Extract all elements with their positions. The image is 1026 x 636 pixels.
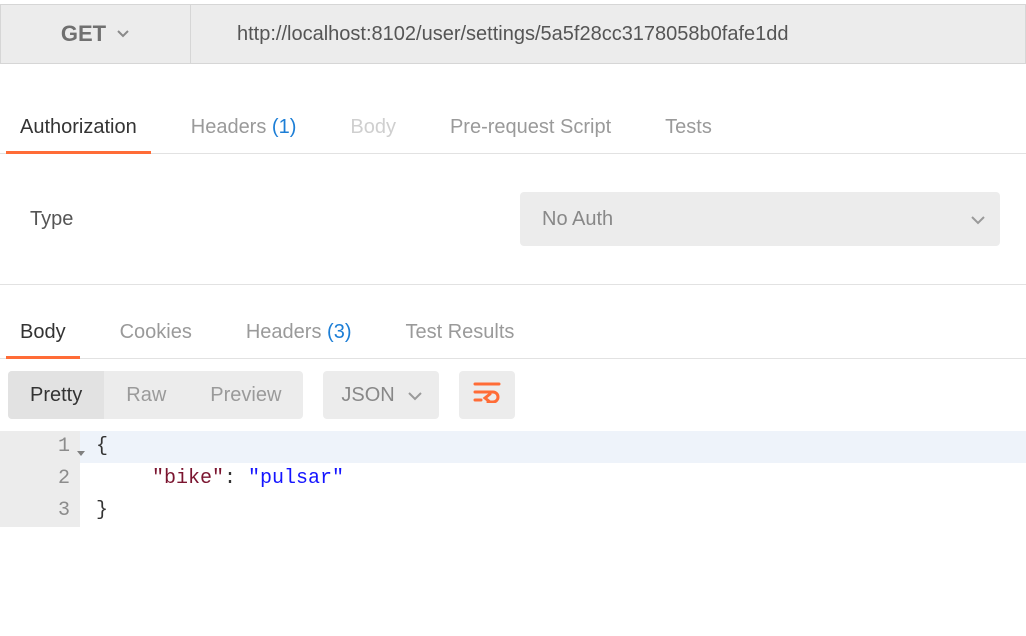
tab-headers-label: Headers bbox=[191, 116, 267, 138]
tab-body[interactable]: Body bbox=[338, 116, 408, 153]
request-url-input[interactable]: http://localhost:8102/user/settings/5a5f… bbox=[191, 5, 1025, 63]
tab-prerequest[interactable]: Pre-request Script bbox=[438, 116, 623, 153]
tab-tests[interactable]: Tests bbox=[653, 116, 724, 153]
format-select-value: JSON bbox=[341, 384, 394, 407]
response-body-viewer[interactable]: 1 { 2 "bike": "pulsar" 3 } bbox=[0, 431, 1026, 527]
http-method-value: GET bbox=[61, 21, 106, 47]
tab-tests-label: Tests bbox=[665, 116, 712, 138]
http-method-select[interactable]: GET bbox=[1, 5, 191, 63]
response-toolbar: Pretty Raw Preview JSON bbox=[0, 359, 1026, 431]
code-text: "bike": "pulsar" bbox=[80, 463, 344, 495]
view-mode-raw-label: Raw bbox=[126, 384, 166, 407]
chevron-down-icon bbox=[407, 388, 421, 402]
code-line: 2 "bike": "pulsar" bbox=[0, 463, 1026, 495]
authorization-panel: Type No Auth bbox=[0, 154, 1026, 285]
code-line: 1 { bbox=[0, 431, 1026, 463]
view-mode-segmented: Pretty Raw Preview bbox=[8, 371, 303, 419]
resp-tab-test-results-label: Test Results bbox=[405, 321, 514, 343]
request-url-text: http://localhost:8102/user/settings/5a5f… bbox=[237, 23, 789, 46]
request-bar: GET http://localhost:8102/user/settings/… bbox=[0, 4, 1026, 64]
tab-authorization-label: Authorization bbox=[20, 116, 137, 138]
wrap-icon bbox=[473, 381, 501, 409]
chevron-down-icon bbox=[970, 212, 984, 226]
view-mode-pretty[interactable]: Pretty bbox=[8, 371, 104, 419]
view-mode-preview-label: Preview bbox=[210, 384, 281, 407]
tab-prerequest-label: Pre-request Script bbox=[450, 116, 611, 138]
view-mode-raw[interactable]: Raw bbox=[104, 371, 188, 419]
line-number: 2 bbox=[0, 463, 80, 495]
view-mode-preview[interactable]: Preview bbox=[188, 371, 303, 419]
resp-tab-body[interactable]: Body bbox=[8, 321, 78, 358]
request-tabs: Authorization Headers (1) Body Pre-reque… bbox=[0, 104, 1026, 154]
view-mode-pretty-label: Pretty bbox=[30, 384, 82, 407]
tab-authorization[interactable]: Authorization bbox=[8, 116, 149, 153]
wrap-lines-button[interactable] bbox=[459, 371, 515, 419]
response-tabs: Body Cookies Headers (3) Test Results bbox=[0, 309, 1026, 359]
auth-type-label: Type bbox=[30, 208, 520, 231]
resp-tab-cookies[interactable]: Cookies bbox=[108, 321, 204, 358]
code-line: 3 } bbox=[0, 495, 1026, 527]
resp-tab-cookies-label: Cookies bbox=[120, 321, 192, 343]
line-number: 3 bbox=[0, 495, 80, 527]
tab-body-label: Body bbox=[350, 116, 396, 138]
format-select[interactable]: JSON bbox=[323, 371, 438, 419]
resp-tab-test-results[interactable]: Test Results bbox=[393, 321, 526, 358]
resp-tab-body-label: Body bbox=[20, 321, 66, 343]
auth-type-select[interactable]: No Auth bbox=[520, 192, 1000, 246]
line-number: 1 bbox=[0, 431, 80, 463]
resp-tab-headers-count: (3) bbox=[327, 321, 351, 343]
resp-tab-headers-label: Headers bbox=[246, 321, 322, 343]
code-text: } bbox=[80, 495, 108, 527]
chevron-down-icon bbox=[116, 27, 130, 41]
auth-type-value: No Auth bbox=[542, 208, 613, 231]
tab-headers[interactable]: Headers (1) bbox=[179, 116, 309, 153]
tab-headers-count: (1) bbox=[272, 116, 296, 138]
resp-tab-headers[interactable]: Headers (3) bbox=[234, 321, 364, 358]
